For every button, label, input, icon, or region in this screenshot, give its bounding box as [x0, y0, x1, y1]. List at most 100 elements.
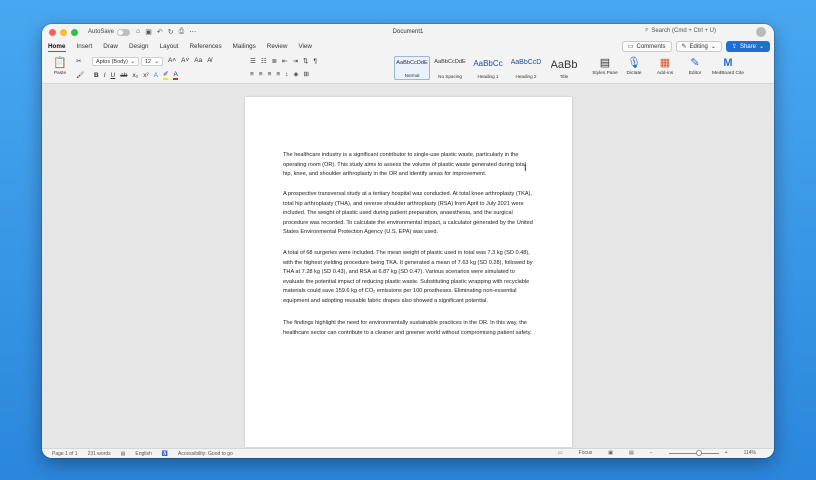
- addins-button[interactable]: ▦ Add-ins: [649, 56, 681, 76]
- print-layout-icon[interactable]: ▣: [608, 450, 613, 456]
- styles-pane-icon: ▤: [599, 57, 611, 69]
- increase-indent-icon[interactable]: ⇥: [293, 57, 298, 65]
- show-marks-icon[interactable]: ¶: [313, 58, 317, 65]
- style-heading-1[interactable]: AaBbCc Heading 1: [470, 56, 506, 80]
- font-name-select[interactable]: Aptos (Body) ⌄: [92, 57, 139, 66]
- comments-button[interactable]: ▭ Comments: [621, 41, 672, 52]
- medboard-button[interactable]: M MedBoard Cite: [712, 56, 744, 76]
- search-box[interactable]: ⌕ Search (Cmd + Ctrl + U): [645, 27, 716, 34]
- tab-home[interactable]: Home: [48, 43, 66, 52]
- font-size-select[interactable]: 12 ⌄: [141, 57, 163, 66]
- paragraph-1[interactable]: The healthcare industry is a significant…: [283, 151, 535, 180]
- autosave-control[interactable]: AutoSave: [88, 28, 131, 36]
- zoom-knob[interactable]: [695, 449, 702, 456]
- status-bar: Page 1 of 1 231 words ▤ English ♿ Access…: [42, 448, 774, 458]
- styles-pane-button[interactable]: ▤ Styles Pane: [589, 56, 621, 76]
- italic-icon[interactable]: I: [104, 72, 106, 79]
- style-normal[interactable]: AaBbCcDdE Normal: [394, 56, 430, 80]
- underline-icon[interactable]: U: [111, 72, 116, 79]
- decrease-indent-icon[interactable]: ⇤: [282, 57, 287, 65]
- account-avatar[interactable]: [756, 27, 766, 37]
- redo-icon[interactable]: ↻: [168, 28, 174, 36]
- paragraph-4[interactable]: The findings highlight the need for envi…: [283, 319, 535, 338]
- grow-font-icon[interactable]: A˄: [168, 57, 176, 64]
- font-style-tools: B I U ab x₂ x² A ✐ A: [94, 70, 178, 80]
- line-spacing-icon[interactable]: ↕: [285, 71, 288, 78]
- format-painter-icon[interactable]: 🖌: [76, 71, 84, 79]
- maximize-window-button[interactable]: [71, 28, 78, 36]
- subscript-icon[interactable]: x₂: [132, 72, 138, 79]
- quick-access-toolbar: ⌂ ▣ ↶ ↻ ⎙ ⋯: [136, 28, 196, 36]
- accessibility-icon: ♿: [161, 450, 169, 457]
- zoom-level[interactable]: 114%: [744, 450, 756, 456]
- tab-review[interactable]: Review: [267, 43, 288, 51]
- align-right-icon[interactable]: ≡: [268, 71, 272, 78]
- ribbon-tabs: Home Insert Draw Design Layout Reference…: [42, 40, 774, 54]
- language[interactable]: English: [135, 451, 151, 457]
- tab-references[interactable]: References: [189, 43, 221, 51]
- undo-icon[interactable]: ↶: [157, 28, 163, 36]
- tab-view[interactable]: View: [298, 43, 312, 51]
- paste-button[interactable]: 📋 Paste: [44, 56, 76, 76]
- style-name: Normal: [404, 73, 420, 78]
- editor-button[interactable]: ✎ Editor: [679, 56, 711, 76]
- page-count[interactable]: Page 1 of 1: [52, 451, 78, 457]
- web-layout-icon[interactable]: ▤: [629, 450, 634, 456]
- home-icon[interactable]: ⌂: [136, 28, 140, 36]
- borders-icon[interactable]: ⊞: [303, 70, 308, 78]
- superscript-icon[interactable]: x²: [143, 72, 148, 79]
- style-name: Heading 1: [477, 74, 499, 79]
- autosave-toggle[interactable]: [117, 28, 131, 36]
- style-title[interactable]: AaBb Title: [546, 56, 582, 80]
- shrink-font-icon[interactable]: A˅: [181, 57, 189, 64]
- save-icon[interactable]: ▣: [145, 28, 152, 36]
- close-window-button[interactable]: [49, 28, 56, 36]
- word-count[interactable]: 231 words: [88, 451, 111, 457]
- tab-insert[interactable]: Insert: [77, 43, 93, 51]
- share-button[interactable]: ⇪ Share ⌄: [725, 41, 770, 52]
- clipboard-tools: ✂: [76, 57, 81, 65]
- more-icon[interactable]: ⋯: [189, 28, 196, 36]
- accessibility-status[interactable]: Accessibility: Good to go: [178, 451, 233, 457]
- change-case-icon[interactable]: Aa: [194, 57, 202, 64]
- shading-icon[interactable]: ◈: [293, 70, 298, 78]
- comment-icon: ▭: [627, 44, 634, 50]
- zoom-out-icon[interactable]: −: [650, 450, 653, 456]
- strikethrough-icon[interactable]: ab: [120, 72, 127, 79]
- clear-formatting-icon[interactable]: A̸: [207, 57, 211, 64]
- zoom-in-icon[interactable]: +: [725, 450, 728, 456]
- font-color-icon[interactable]: A: [173, 71, 178, 80]
- tab-design[interactable]: Design: [129, 43, 149, 51]
- zoom-slider[interactable]: [668, 449, 719, 456]
- text-cursor-icon: I: [524, 163, 527, 173]
- paragraph-2[interactable]: A prospective transversal study at a ter…: [283, 190, 535, 238]
- paragraph-3[interactable]: A total of 68 surgeries were included. T…: [283, 249, 535, 306]
- bullets-icon[interactable]: ☰: [250, 57, 256, 65]
- tab-layout[interactable]: Layout: [160, 43, 179, 51]
- status-right: ▭ Focus ▣ ▤ − + 114%: [558, 449, 766, 456]
- paste-label: Paste: [53, 71, 67, 76]
- numbering-icon[interactable]: ☷: [261, 57, 267, 65]
- cut-icon[interactable]: ✂: [76, 57, 81, 65]
- editing-button[interactable]: ✎ Editing ⌄: [675, 41, 722, 52]
- style-sample: AaBbCc: [473, 59, 503, 68]
- document-page[interactable]: The healthcare industry is a significant…: [245, 97, 572, 447]
- style-no-spacing[interactable]: AaBbCcDdE No Spacing: [432, 56, 468, 80]
- minimize-window-button[interactable]: [60, 28, 67, 36]
- align-center-icon[interactable]: ≡: [259, 71, 263, 78]
- style-heading-2[interactable]: AaBbCcD Heading 2: [508, 56, 544, 80]
- justify-icon[interactable]: ≡: [276, 71, 280, 78]
- style-name: No Spacing: [438, 74, 462, 79]
- tab-mailings[interactable]: Mailings: [233, 43, 256, 51]
- highlight-icon[interactable]: ✐: [163, 70, 169, 80]
- align-left-icon[interactable]: ≡: [250, 71, 254, 78]
- sort-icon[interactable]: ⇅: [303, 57, 308, 65]
- multilevel-list-icon[interactable]: ≣: [272, 57, 277, 65]
- proofing-icon[interactable]: ▤: [121, 451, 126, 457]
- print-icon[interactable]: ⎙: [179, 28, 185, 36]
- dictate-button[interactable]: 🎙 Dictate: [618, 56, 650, 76]
- text-effects-icon[interactable]: A: [154, 72, 158, 79]
- bold-icon[interactable]: B: [94, 72, 99, 79]
- focus-button[interactable]: Focus: [579, 450, 593, 456]
- tab-draw[interactable]: Draw: [103, 43, 118, 51]
